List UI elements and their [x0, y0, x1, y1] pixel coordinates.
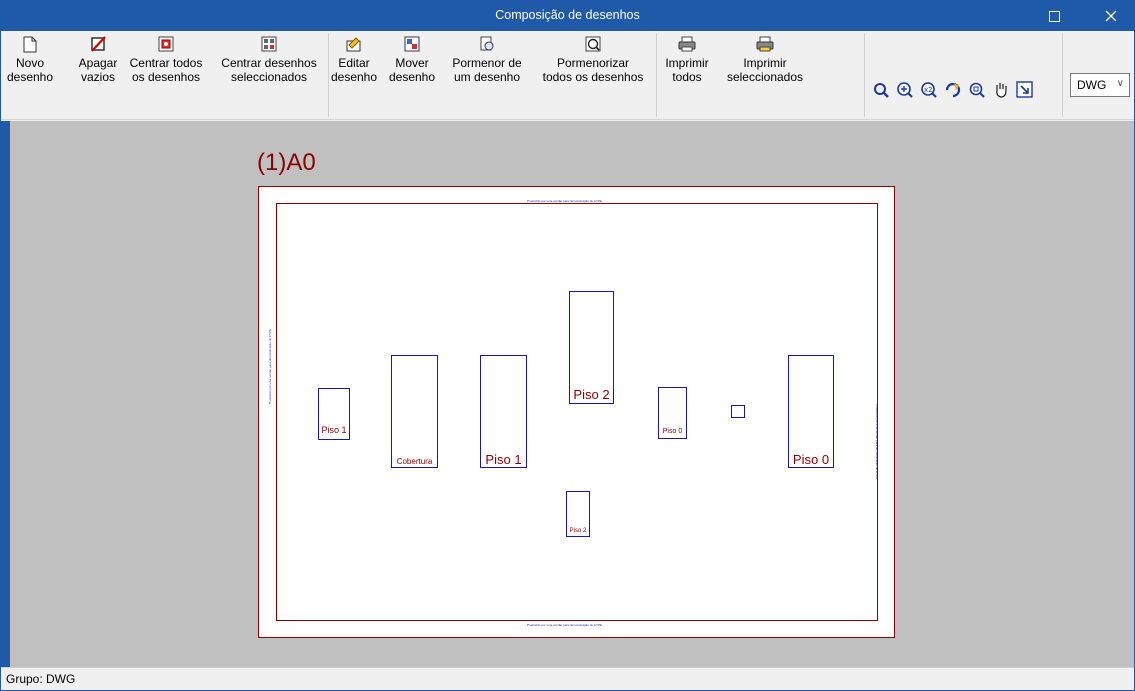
print-selected-button[interactable]: Imprimir seleccionados	[719, 35, 811, 113]
drawing-label: Piso 1	[321, 425, 347, 435]
format-select[interactable]: DWG ∨	[1070, 73, 1130, 97]
print-all-icon	[678, 35, 696, 53]
drawing-box[interactable]: Piso 1	[318, 388, 350, 440]
drawing-box[interactable]: Piso 0	[788, 355, 834, 468]
drawing-label: Piso 0	[792, 452, 830, 467]
left-edge-strip	[1, 121, 10, 667]
drawing-label: Piso 0	[662, 428, 683, 435]
detail-drawing-label: Pormenor de um desenho	[452, 56, 522, 84]
pan-button[interactable]	[991, 80, 1011, 100]
detail-drawing-icon	[478, 35, 496, 53]
export-view-button[interactable]	[1015, 80, 1035, 100]
sheet-title: (1)A0	[257, 149, 316, 176]
title-bar[interactable]: Composição de desenhos	[1, 1, 1134, 31]
sheet-inner-frame: Produzido por uma versão para demonstraç…	[268, 199, 879, 627]
frame-note-top: Produzido por uma versão para demonstraç…	[527, 199, 603, 203]
detail-all-label: Pormenorizar todos os desenhos	[542, 56, 644, 84]
center-selected-icon	[260, 35, 278, 53]
drawing-box[interactable]: Cobertura	[391, 355, 438, 468]
new-drawing-label: Novo desenho	[6, 56, 54, 84]
frame-note-right: Produzido por uma versão para demonstraç…	[875, 404, 879, 480]
sheet[interactable]: Produzido por uma versão para demonstraç…	[258, 186, 895, 638]
drawing-box[interactable]: Piso 2	[569, 291, 614, 404]
drawing-label: Piso 2	[573, 387, 610, 402]
zoom-x2-icon: x2	[921, 82, 937, 98]
move-drawing-icon	[403, 35, 421, 53]
print-selected-icon	[756, 35, 774, 53]
window-title: Composição de desenhos	[495, 8, 640, 22]
export-view-icon	[1016, 81, 1033, 98]
application-window: Composição de desenhos Novo desenho Apag…	[0, 0, 1135, 691]
close-button[interactable]	[1088, 1, 1134, 31]
redraw-button[interactable]	[871, 80, 891, 100]
toolbar-separator	[864, 33, 865, 117]
delete-empty-button[interactable]: Apagar vazios	[75, 35, 121, 113]
center-selected-button[interactable]: Centrar desenhos seleccionados	[215, 35, 323, 113]
svg-text:x2: x2	[924, 86, 933, 94]
zoom-window-button[interactable]	[967, 80, 987, 100]
zoom-extents-button[interactable]	[895, 80, 915, 100]
drawing-box[interactable]: Piso 2	[566, 491, 590, 537]
drawing-workspace[interactable]: (1)A0 Produzido por uma versão para demo…	[1, 121, 1134, 667]
drawing-box[interactable]	[731, 405, 745, 418]
drawing-label: Cobertura	[396, 457, 433, 466]
redraw-icon	[874, 83, 889, 98]
drawing-label: Piso 2	[569, 528, 587, 534]
frame-note-bottom: Produzido por uma versão para demonstraç…	[527, 623, 603, 627]
chevron-down-icon: ∨	[1116, 78, 1124, 89]
refresh-button[interactable]	[943, 80, 963, 100]
center-selected-label: Centrar desenhos seleccionados	[221, 56, 317, 84]
frame-note-left: Produzido por uma versão para demonstraç…	[268, 328, 272, 404]
maximize-button[interactable]	[1031, 1, 1077, 31]
edit-drawing-label: Editar desenho	[330, 56, 378, 84]
drawing-label: Piso 1	[485, 452, 522, 467]
toolbar-separator	[1062, 33, 1063, 117]
move-drawing-button[interactable]: Mover desenho	[388, 35, 436, 113]
close-icon	[1105, 10, 1117, 22]
detail-drawing-button[interactable]: Pormenor de um desenho	[452, 35, 522, 113]
zoom-window-icon	[969, 82, 985, 98]
center-all-icon	[157, 35, 175, 53]
status-bar: Grupo: DWG	[1, 667, 1134, 690]
maximize-icon	[1048, 10, 1060, 22]
toolbar-separator	[656, 33, 657, 117]
detail-all-button[interactable]: Pormenorizar todos os desenhos	[536, 35, 650, 113]
zoom-extents-icon	[897, 82, 913, 98]
new-document-icon	[21, 35, 39, 53]
new-drawing-button[interactable]: Novo desenho	[7, 35, 53, 113]
print-all-label: Imprimir todos	[665, 56, 709, 84]
pan-hand-icon	[996, 83, 1007, 98]
print-all-button[interactable]: Imprimir todos	[661, 35, 713, 113]
status-text: Grupo: DWG	[6, 672, 76, 686]
toolbar-separator	[328, 33, 329, 117]
format-select-value: DWG	[1077, 78, 1107, 92]
print-selected-label: Imprimir seleccionados	[726, 56, 804, 84]
detail-all-icon	[584, 35, 602, 53]
zoom-x2-button[interactable]: x2	[919, 80, 939, 100]
delete-empty-icon	[89, 35, 107, 53]
delete-empty-label: Apagar vazios	[78, 56, 118, 84]
edit-drawing-icon	[345, 35, 363, 53]
drawing-box[interactable]: Piso 1	[480, 355, 527, 468]
refresh-icon	[945, 82, 961, 98]
center-all-label: Centrar todos os desenhos	[129, 56, 203, 84]
toolbar: Novo desenho Apagar vazios Centrar todos…	[1, 31, 1134, 120]
move-drawing-label: Mover desenho	[388, 56, 436, 84]
edit-drawing-button[interactable]: Editar desenho	[330, 35, 378, 113]
center-all-button[interactable]: Centrar todos os desenhos	[127, 35, 205, 113]
drawing-box[interactable]: Piso 0	[658, 387, 687, 439]
